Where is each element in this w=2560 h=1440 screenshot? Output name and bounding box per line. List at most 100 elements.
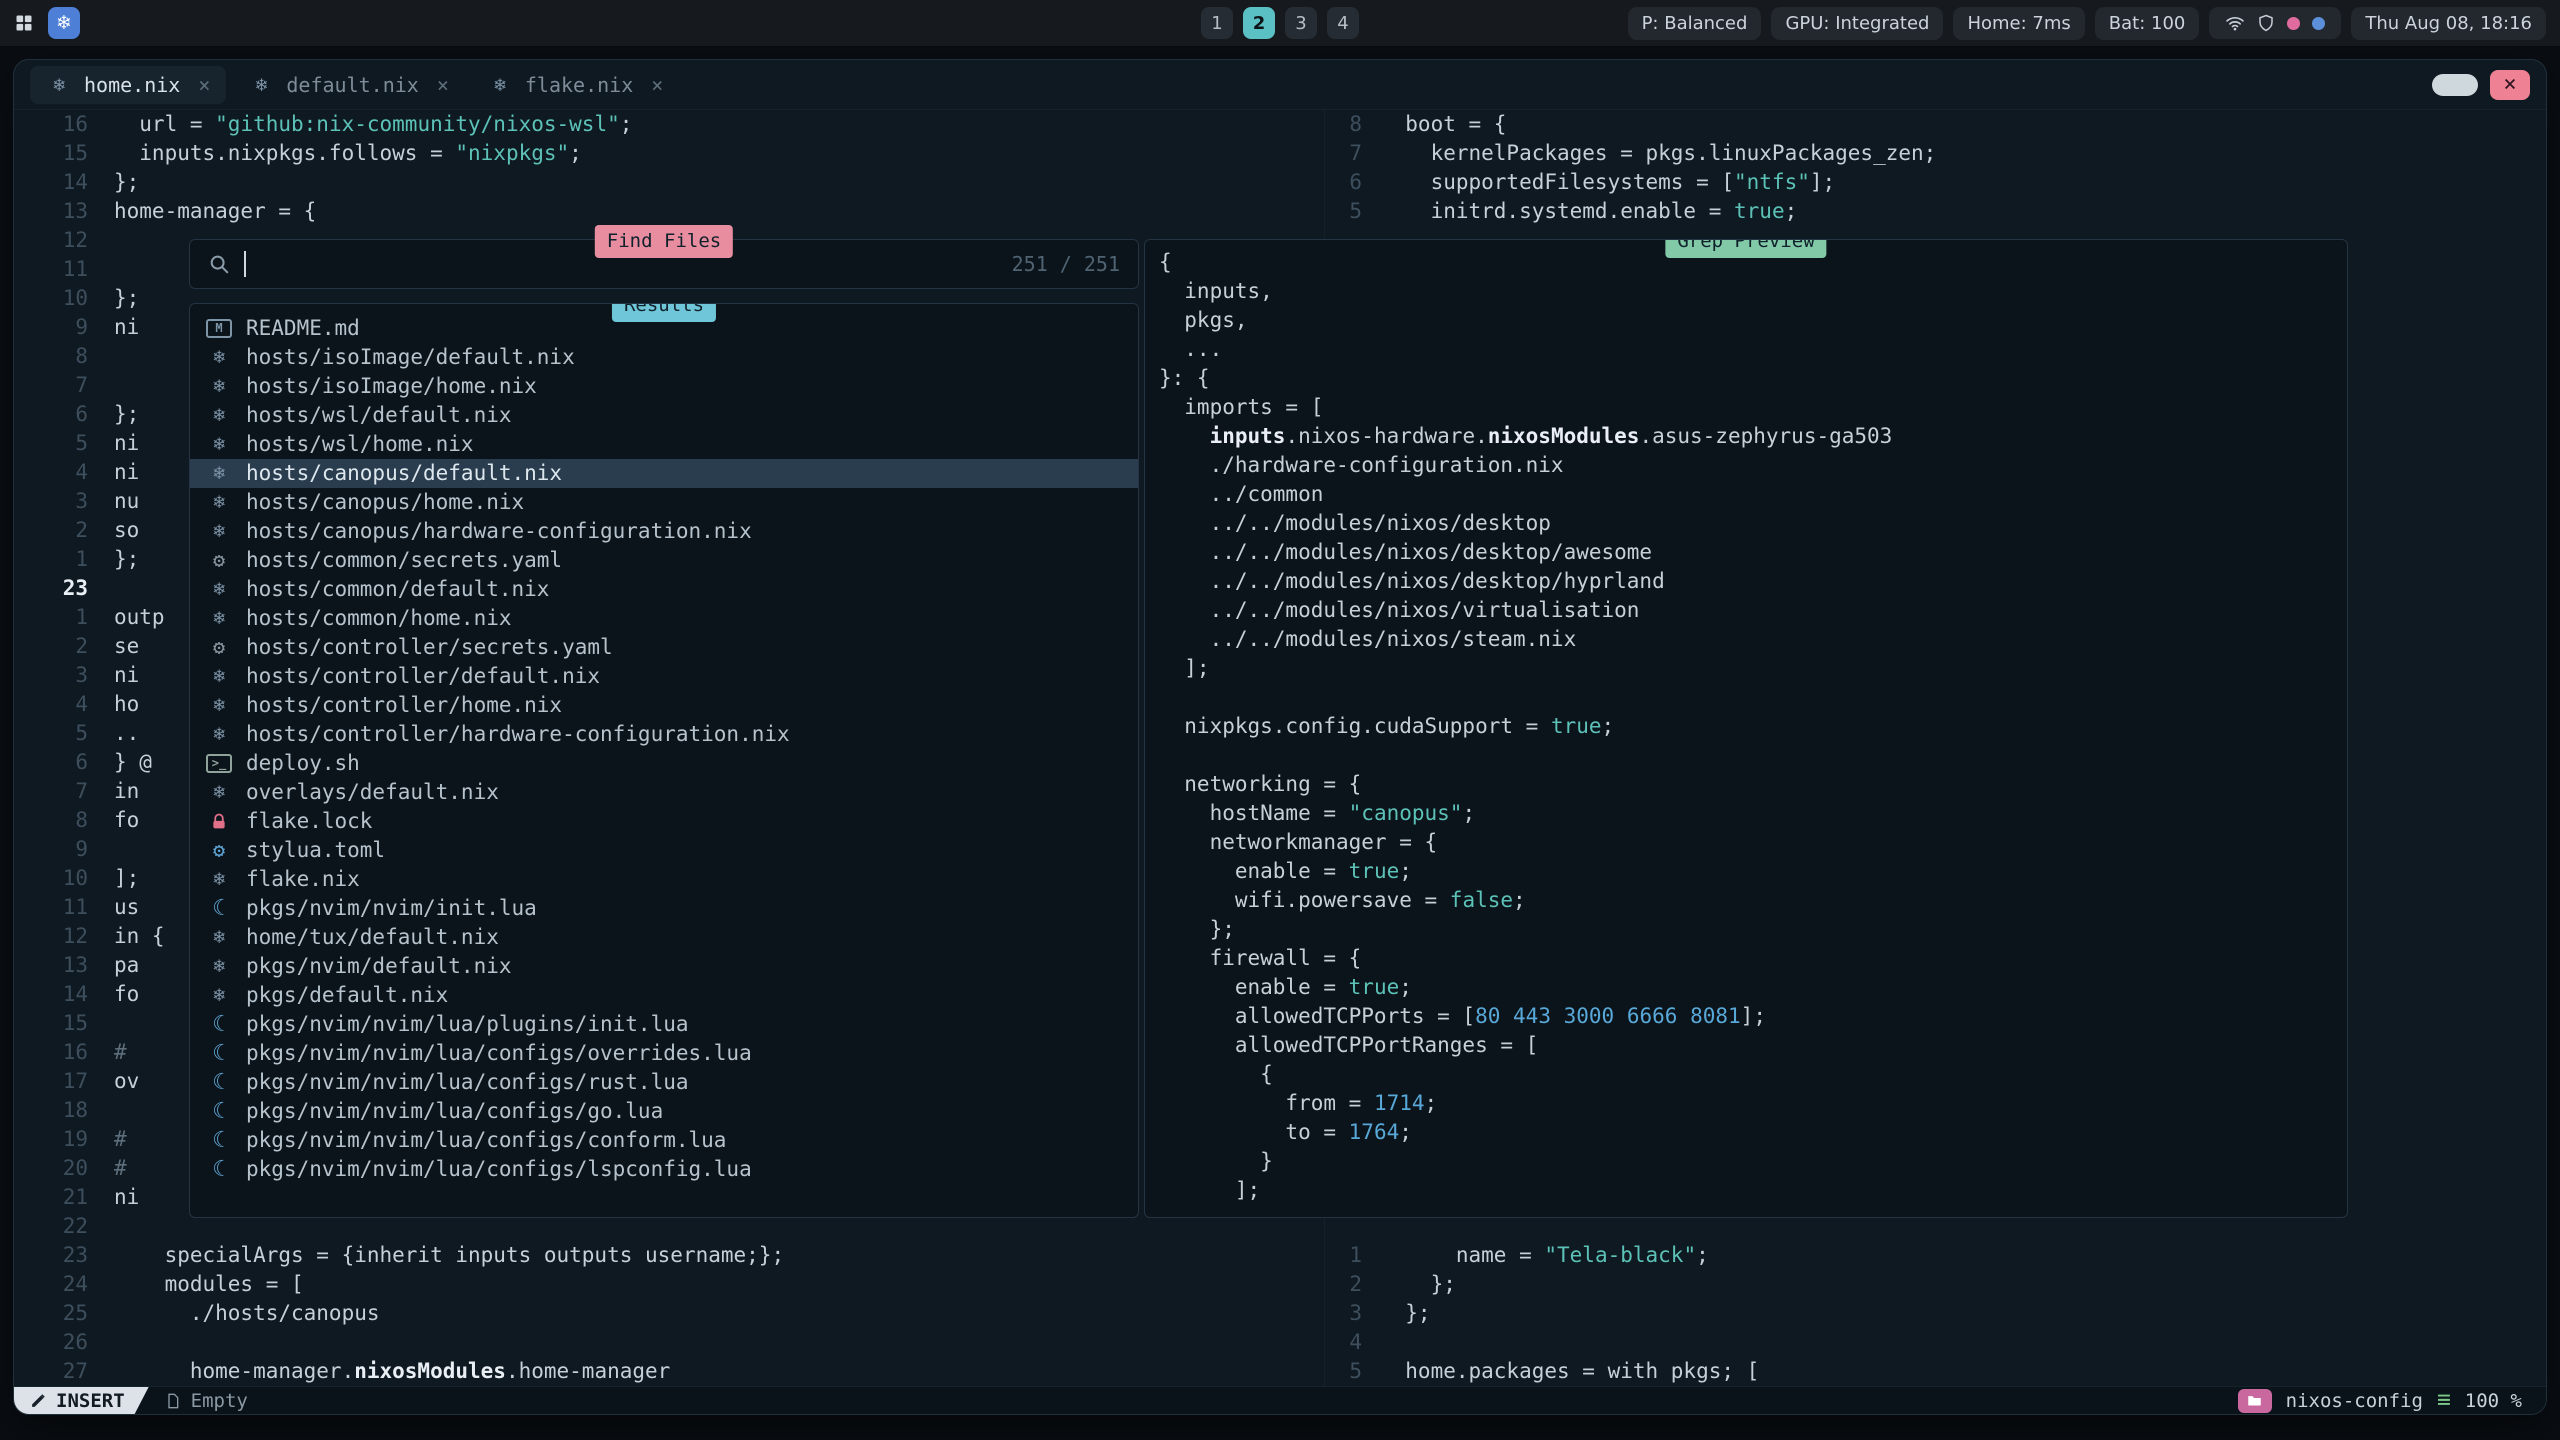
- code-line[interactable]: 13home-manager = {: [14, 197, 1324, 226]
- code-line[interactable]: 7 kernelPackages = pkgs.linuxPackages_ze…: [1324, 139, 2546, 168]
- result-item[interactable]: ⚙hosts/common/secrets.yaml: [190, 546, 1138, 575]
- code-line[interactable]: 2 };: [1324, 1270, 2546, 1299]
- result-item[interactable]: ❄hosts/wsl/default.nix: [190, 401, 1138, 430]
- preview-line: ../../modules/nixos/desktop/awesome: [1159, 538, 2347, 567]
- window-close-button[interactable]: ×: [2490, 70, 2530, 100]
- code-line[interactable]: 27 home-manager.nixosModules.home-manage…: [14, 1357, 1324, 1386]
- status-module[interactable]: GPU: Integrated: [1771, 7, 1943, 40]
- preview-line: imports = [: [1159, 393, 2347, 422]
- clock[interactable]: Thu Aug 08, 18:16: [2351, 7, 2546, 40]
- nix-icon: ❄: [206, 517, 232, 546]
- code-line[interactable]: 15 inputs.nixpkgs.follows = "nixpkgs";: [14, 139, 1324, 168]
- result-item[interactable]: flake.lock: [190, 807, 1138, 836]
- result-item[interactable]: ❄pkgs/default.nix: [190, 981, 1138, 1010]
- code-line[interactable]: 14};: [14, 168, 1324, 197]
- code-line[interactable]: 5 initrd.systemd.enable = true;: [1324, 197, 2546, 226]
- code-line[interactable]: 8 boot = {: [1324, 110, 2546, 139]
- status-module[interactable]: Bat: 100: [2095, 7, 2200, 40]
- result-item[interactable]: ❄hosts/canopus/home.nix: [190, 488, 1138, 517]
- result-item[interactable]: ❄ hosts/canopus/hardware-configuration.ni…: [190, 517, 1138, 546]
- status-module[interactable]: Home: 7ms: [1953, 7, 2084, 40]
- code-line[interactable]: 23 specialArgs = {inherit inputs outputs…: [14, 1241, 1324, 1270]
- buffer-tab[interactable]: ❄flake.nix×: [471, 66, 679, 104]
- apps-grid-icon[interactable]: [14, 13, 34, 33]
- result-item[interactable]: ❄pkgs/nvim/default.nix: [190, 952, 1138, 981]
- result-item[interactable]: ☾pkgs/nvim/nvim/lua/configs/lspconfig.lu…: [190, 1155, 1138, 1184]
- tray[interactable]: [2209, 7, 2341, 39]
- search-icon: [208, 253, 230, 275]
- result-item[interactable]: ❄overlays/default.nix: [190, 778, 1138, 807]
- line-number: 16: [14, 110, 114, 139]
- buffer-tab[interactable]: ❄default.nix×: [232, 66, 465, 104]
- result-item[interactable]: ☾pkgs/nvim/nvim/lua/plugins/init.lua: [190, 1010, 1138, 1039]
- code-line[interactable]: 6 supportedFilesystems = ["ntfs"];: [1324, 168, 2546, 197]
- line-number: 18: [14, 1096, 114, 1125]
- buffer-tab[interactable]: ❄home.nix×: [30, 66, 226, 104]
- line-number: 2: [14, 516, 114, 545]
- result-file-name: stylua.toml: [246, 836, 385, 865]
- tab-close-icon[interactable]: ×: [645, 73, 663, 97]
- nix-icon: ❄: [206, 720, 232, 749]
- lock-icon: [206, 813, 232, 831]
- code-line[interactable]: 26: [14, 1328, 1324, 1357]
- code-line[interactable]: 16 url = "github:nix-community/nixos-wsl…: [14, 110, 1324, 139]
- result-file-name: hosts/canopus/default.nix: [246, 459, 562, 488]
- result-item[interactable]: ❄hosts/common/default.nix: [190, 575, 1138, 604]
- result-item[interactable]: ❄hosts/controller/hardware-configuration…: [190, 720, 1138, 749]
- workspace-button-4[interactable]: 4: [1327, 7, 1359, 39]
- result-item[interactable]: ⚙stylua.toml: [190, 836, 1138, 865]
- file-icon: [165, 1393, 181, 1409]
- result-item[interactable]: ❄hosts/controller/default.nix: [190, 662, 1138, 691]
- result-item[interactable]: ☾pkgs/nvim/nvim/lua/configs/rust.lua: [190, 1068, 1138, 1097]
- result-file-name: hosts/canopus/hardware-configuration.nix: [246, 517, 752, 546]
- nix-icon: ❄: [206, 372, 232, 401]
- workspace-button-3[interactable]: 3: [1285, 7, 1317, 39]
- tab-close-icon[interactable]: ×: [192, 73, 210, 97]
- workspace-button-2[interactable]: 2: [1243, 7, 1275, 39]
- result-item[interactable]: ☾pkgs/nvim/nvim/lua/configs/overrides.lu…: [190, 1039, 1138, 1068]
- result-item[interactable]: ☾pkgs/nvim/nvim/init.lua: [190, 894, 1138, 923]
- preview-window: Grep Preview { inputs, pkgs, ...}: { imp…: [1144, 239, 2348, 1218]
- code-line[interactable]: 3 };: [1324, 1299, 2546, 1328]
- result-item[interactable]: ❄hosts/controller/home.nix: [190, 691, 1138, 720]
- workspace-switcher: 1234: [1201, 7, 1359, 39]
- blue-dot-icon: [2312, 17, 2325, 30]
- result-item[interactable]: >_deploy.sh: [190, 749, 1138, 778]
- result-count: 251 / 251: [1012, 250, 1120, 279]
- line-number: 8: [14, 806, 114, 835]
- find-files-window: Find Files 251 / 251: [189, 239, 1139, 289]
- line-number: 13: [14, 951, 114, 980]
- launcher-icon[interactable]: ❄: [48, 7, 80, 39]
- code-line[interactable]: 25 ./hosts/canopus: [14, 1299, 1324, 1328]
- result-item[interactable]: ❄flake.nix: [190, 865, 1138, 894]
- result-item[interactable]: ⚙hosts/controller/secrets.yaml: [190, 633, 1138, 662]
- preview-line: enable = true;: [1159, 973, 2347, 1002]
- result-item[interactable]: ❄hosts/wsl/home.nix: [190, 430, 1138, 459]
- result-item[interactable]: ❄hosts/isoImage/home.nix: [190, 372, 1138, 401]
- line-number: 3: [14, 487, 114, 516]
- line-number: 26: [14, 1328, 114, 1357]
- tab-close-icon[interactable]: ×: [431, 73, 449, 97]
- code-line[interactable]: 24 modules = [: [14, 1270, 1324, 1299]
- code-line[interactable]: 1 name = "Tela-black";: [1324, 1241, 2546, 1270]
- workspace-button-1[interactable]: 1: [1201, 7, 1233, 39]
- result-item[interactable]: ❄home/tux/default.nix: [190, 923, 1138, 952]
- lua-icon: ☾: [206, 1039, 232, 1068]
- result-item[interactable]: ☾pkgs/nvim/nvim/lua/configs/conform.lua: [190, 1126, 1138, 1155]
- window-pill-button[interactable]: [2432, 74, 2478, 96]
- result-item[interactable]: ❄hosts/isoImage/default.nix: [190, 343, 1138, 372]
- result-file-name: hosts/controller/default.nix: [246, 662, 600, 691]
- status-module[interactable]: P: Balanced: [1628, 7, 1762, 40]
- result-item[interactable]: ❄hosts/canopus/default.nix: [190, 459, 1138, 488]
- result-item[interactable]: ☾pkgs/nvim/nvim/lua/configs/go.lua: [190, 1097, 1138, 1126]
- line-number: 6: [1324, 168, 1380, 197]
- nix-icon: ❄: [206, 691, 232, 720]
- result-item[interactable]: ❄hosts/common/home.nix: [190, 604, 1138, 633]
- line-number: 1: [14, 545, 114, 574]
- lines-icon: ≡: [2437, 1389, 2451, 1412]
- code-line[interactable]: 5 home.packages = with pkgs; [: [1324, 1357, 2546, 1386]
- line-number: 10: [14, 864, 114, 893]
- preview-line: ../../modules/nixos/steam.nix: [1159, 625, 2347, 654]
- code-line[interactable]: 4: [1324, 1328, 2546, 1357]
- preview-line: hostName = "canopus";: [1159, 799, 2347, 828]
